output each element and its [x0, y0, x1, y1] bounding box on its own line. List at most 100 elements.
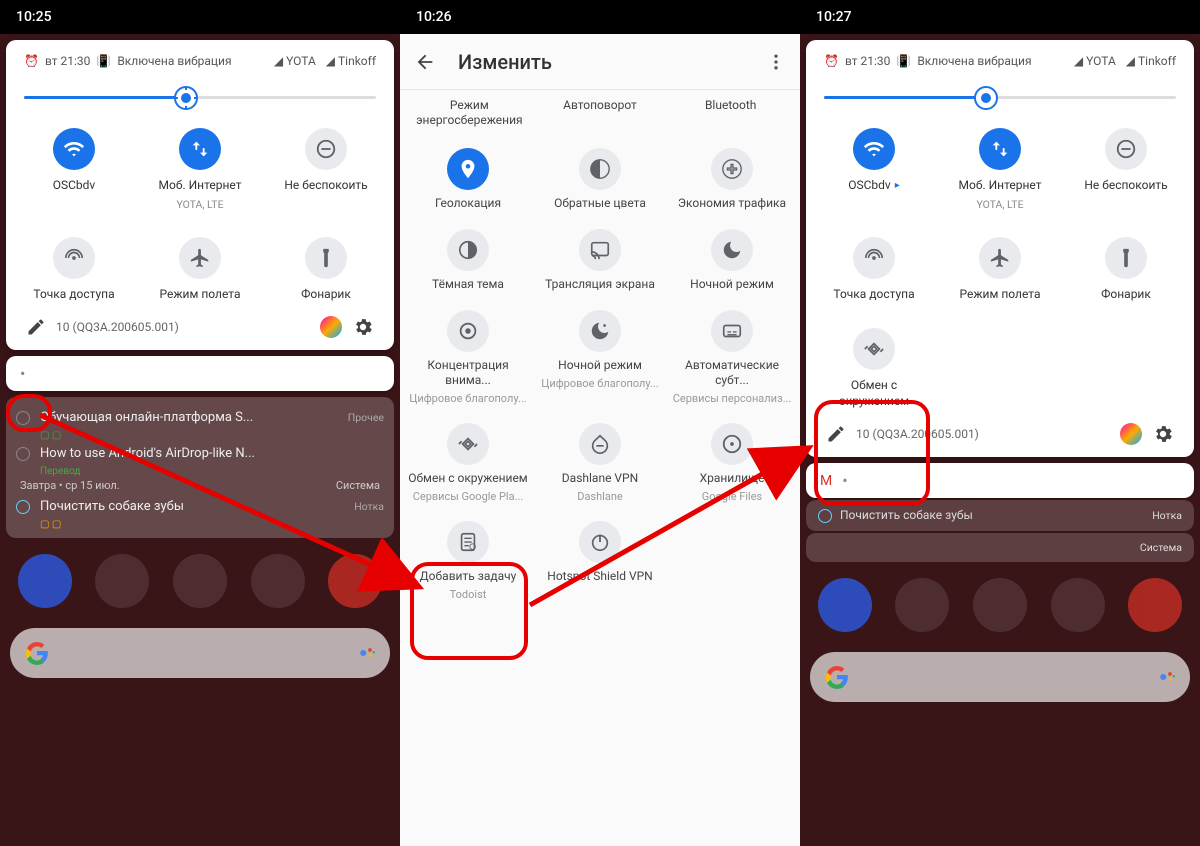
- tile-label: Фонарик: [1101, 287, 1151, 303]
- datasaver-icon: [711, 148, 753, 190]
- torch-icon: [305, 237, 347, 279]
- edit-tile-grid: Геолокация Обратные цвета Экономия трафика…: [400, 136, 800, 613]
- qs-footer: 10 (QQ3A.200605.001): [814, 415, 1186, 447]
- night2-icon: [579, 310, 621, 352]
- tile-task[interactable]: Добавить задачуTodoist: [404, 521, 532, 601]
- night-icon: [711, 229, 753, 271]
- assistant-icon[interactable]: [1158, 668, 1176, 686]
- tile-caption[interactable]: Автоматические субт...Сервисы персонализ…: [668, 310, 796, 405]
- invert-icon: [579, 148, 621, 190]
- nearby-icon: [853, 328, 895, 370]
- vpn-icon: [579, 423, 621, 465]
- build-string: 10 (QQ3A.200605.001): [56, 320, 179, 334]
- back-icon[interactable]: [414, 51, 436, 73]
- tile-label: Dashlane VPN: [562, 471, 638, 486]
- dark-icon: [447, 229, 489, 271]
- tile-label: Концентрация внима...: [404, 358, 532, 388]
- tile-data[interactable]: Моб. ИнтернетYOTA, LTE: [140, 122, 260, 217]
- tile-invert[interactable]: Обратные цвета: [536, 148, 664, 211]
- tile-label: Геолокация: [435, 196, 501, 211]
- notification-dot-panel: •: [6, 356, 394, 391]
- tile-focus[interactable]: Концентрация внима... Цифровое благополу.…: [404, 310, 532, 405]
- storage-icon: [711, 423, 753, 465]
- wifi-icon: [53, 128, 95, 170]
- build-string: 10 (QQ3A.200605.001): [856, 427, 979, 441]
- edit-title: Изменить: [458, 50, 552, 74]
- torch-icon: [1105, 237, 1147, 279]
- status-bar: 10:25: [0, 0, 400, 34]
- vibration-text: Включена вибрация: [117, 54, 231, 68]
- tile-sublabel: Цифровое благополу...: [409, 392, 526, 405]
- tile-label: Моб. Интернет: [959, 178, 1042, 194]
- qs-tile-grid: OSCbdvМоб. ИнтернетYOTA, LTEНе беспокоит…: [14, 122, 386, 308]
- tile-nearby[interactable]: Обмен с окружениемСервисы Google Pla...: [404, 423, 532, 503]
- tile-airplane[interactable]: Режим полета: [140, 231, 260, 309]
- cast-icon: [579, 229, 621, 271]
- tile-wifi[interactable]: OSCbdv: [14, 122, 134, 217]
- settings-icon[interactable]: [1152, 423, 1174, 445]
- tile-label: Ночной режим: [558, 358, 642, 373]
- hotspot-icon: [53, 237, 95, 279]
- settings-icon[interactable]: [352, 316, 374, 338]
- brightness-slider[interactable]: [824, 86, 1176, 110]
- tile-label: Режим полета: [960, 287, 1041, 303]
- alarm-text: вт 21:30: [45, 54, 90, 68]
- hotspot-icon: [853, 237, 895, 279]
- tile-hotspot[interactable]: Точка доступа: [14, 231, 134, 309]
- caption-icon: [711, 310, 753, 352]
- tile-label: Фонарик: [301, 287, 351, 303]
- tile-label: Моб. Интернет: [159, 178, 242, 194]
- tile-cast[interactable]: Трансляция экрана: [536, 229, 664, 292]
- carrier-tinkoff: ◢ Tinkoff: [326, 54, 376, 68]
- assistant-icon[interactable]: [358, 644, 376, 662]
- tile-label: Обмен с окружением: [408, 471, 527, 486]
- tile-vpn[interactable]: Dashlane VPNDashlane: [536, 423, 664, 503]
- vibration-icon: 📳: [896, 54, 911, 68]
- google-search-bar[interactable]: [10, 628, 390, 678]
- alarm-text: вт 21:30: [845, 54, 890, 68]
- tile-label: Не беспокоить: [1084, 178, 1167, 194]
- focus-icon: [447, 310, 489, 352]
- tile-torch[interactable]: Фонарик: [1066, 231, 1186, 309]
- edit-icon[interactable]: [26, 317, 46, 337]
- edit-icon[interactable]: [826, 424, 846, 444]
- power-icon: [579, 521, 621, 563]
- airplane-icon: [979, 237, 1021, 279]
- tile-location[interactable]: Геолокация: [404, 148, 532, 211]
- qs-tile-grid: OSCbdv▸Моб. ИнтернетYOTA, LTE Не беспокои…: [814, 122, 1186, 415]
- tile-torch[interactable]: Фонарик: [266, 231, 386, 309]
- more-icon[interactable]: [766, 52, 786, 72]
- tile-night[interactable]: Ночной режим: [668, 229, 796, 292]
- google-search-bar[interactable]: [810, 652, 1190, 702]
- tile-nearby[interactable]: Обмен с окружением: [814, 322, 934, 415]
- data-icon: [179, 128, 221, 170]
- tile-datasaver[interactable]: Экономия трафика: [668, 148, 796, 211]
- gmail-notification[interactable]: M•: [806, 463, 1194, 498]
- tile-sublabel: Сервисы персонализ...: [673, 392, 792, 405]
- tile-power[interactable]: Hotspot Shield VPN: [536, 521, 664, 601]
- tile-night2[interactable]: Ночной режим Цифровое благополу...: [536, 310, 664, 405]
- tile-data[interactable]: Моб. ИнтернетYOTA, LTE: [940, 122, 1060, 217]
- avatar[interactable]: [1120, 423, 1142, 445]
- tile-dark[interactable]: Тёмная тема: [404, 229, 532, 292]
- tile-sublabel: Цифровое благополу...: [541, 377, 658, 390]
- brightness-slider[interactable]: [24, 86, 376, 110]
- tile-storage[interactable]: ХранилищеGoogle Files: [668, 423, 796, 503]
- dock: [6, 554, 394, 608]
- quick-settings-panel: ⏰ вт 21:30 📳 Включена вибрация ◢ YOTA ◢ …: [806, 40, 1194, 457]
- airplane-icon: [179, 237, 221, 279]
- tile-wifi[interactable]: OSCbdv▸: [814, 122, 934, 217]
- avatar[interactable]: [320, 316, 342, 338]
- tile-dnd[interactable]: Не беспокоить: [1066, 122, 1186, 217]
- tile-hotspot[interactable]: Точка доступа: [814, 231, 934, 309]
- tile-label: Добавить задачу: [420, 569, 517, 584]
- google-logo-icon: [824, 664, 850, 690]
- status-bar: 10:26: [400, 0, 800, 34]
- tile-airplane[interactable]: Режим полета: [940, 231, 1060, 309]
- tile-label: Точка доступа: [833, 287, 914, 303]
- tile-label: Экономия трафика: [678, 196, 786, 211]
- top-labels: Режим энергосбереженияАвтоповоротBluetoo…: [400, 90, 800, 136]
- tile-dnd[interactable]: Не беспокоить: [266, 122, 386, 217]
- notification-card: Обучающая онлайн-платформа S...Прочее ▢ …: [6, 397, 394, 538]
- screenshot-right: 10:27 ⏰ вт 21:30 📳 Включена вибрация ◢ Y…: [800, 0, 1200, 846]
